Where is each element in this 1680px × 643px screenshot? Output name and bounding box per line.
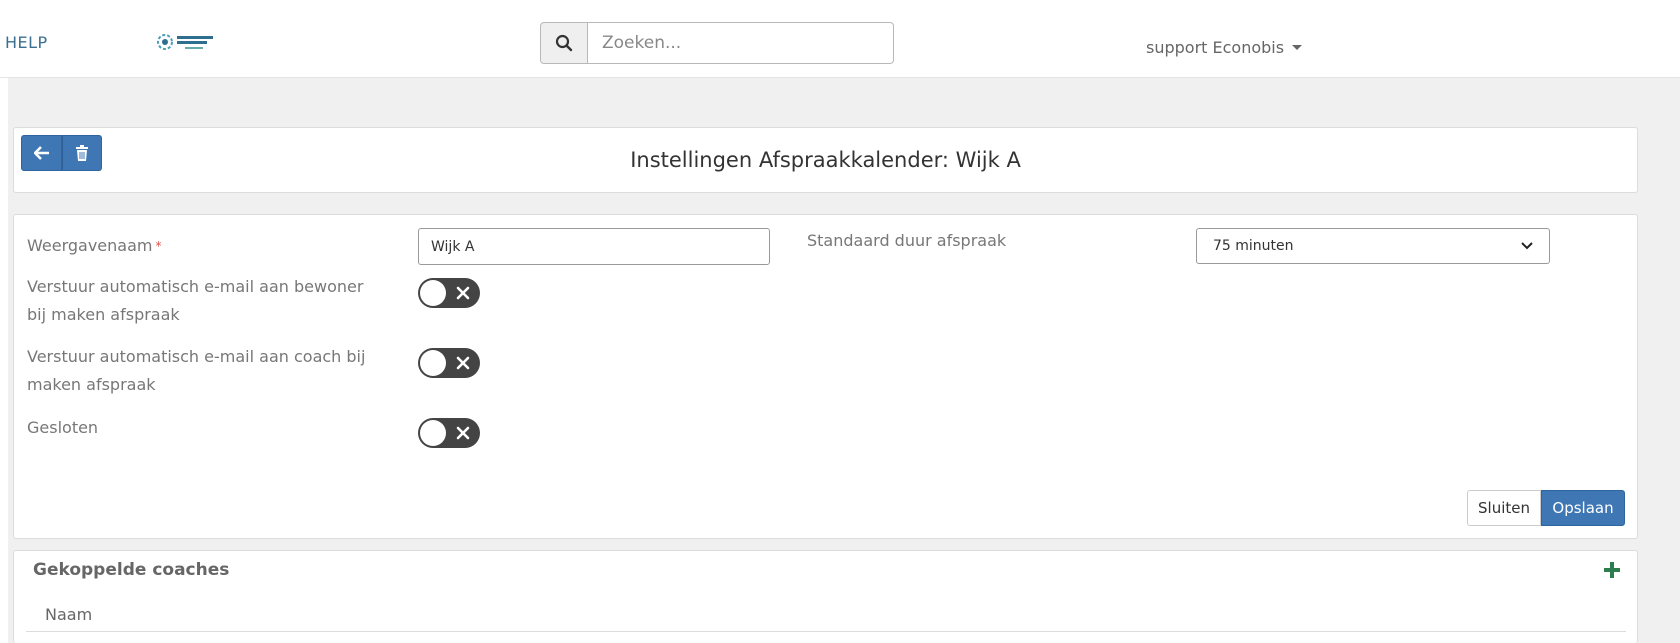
email-coach-toggle[interactable] xyxy=(418,348,480,378)
toggle-knob xyxy=(420,420,446,446)
page-title: Instellingen Afspraakkalender: Wijk A xyxy=(630,148,1021,172)
email-resident-toggle[interactable] xyxy=(418,278,480,308)
close-icon xyxy=(456,426,470,440)
close-icon xyxy=(456,356,470,370)
linked-coaches-panel: Gekoppelde coaches Naam xyxy=(13,550,1638,643)
close-icon xyxy=(456,286,470,300)
help-link[interactable]: HELP xyxy=(5,33,48,52)
page-header-panel: Instellingen Afspraakkalender: Wijk A xyxy=(13,127,1638,193)
display-name-label-text: Weergavenaam xyxy=(27,236,153,255)
table-header-divider xyxy=(26,631,1626,632)
email-resident-label: Verstuur automatisch e-mail aan bewoner … xyxy=(27,277,364,324)
email-coach-label: Verstuur automatisch e-mail aan coach bi… xyxy=(27,347,366,394)
toggle-knob xyxy=(420,350,446,376)
top-navbar: HELP support Econobis xyxy=(0,0,1680,78)
settings-form-panel: Weergavenaam* Standaard duur afspraak 75… xyxy=(13,214,1638,539)
default-duration-value: 75 minuten xyxy=(1213,238,1294,254)
column-header-name: Naam xyxy=(45,605,93,624)
default-duration-label: Standaard duur afspraak xyxy=(807,231,1007,250)
closed-toggle[interactable] xyxy=(418,418,480,448)
user-menu[interactable]: support Econobis xyxy=(1146,38,1303,57)
search-input[interactable] xyxy=(588,22,894,64)
user-name: support Econobis xyxy=(1146,38,1285,57)
display-name-label: Weergavenaam * xyxy=(27,232,161,260)
required-marker: * xyxy=(155,239,162,253)
section-title: Gekoppelde coaches xyxy=(33,560,230,580)
chevron-down-icon xyxy=(1521,242,1533,250)
search-icon xyxy=(555,34,573,52)
plus-icon[interactable] xyxy=(1602,560,1622,580)
display-name-input[interactable] xyxy=(418,228,770,265)
close-button[interactable]: Sluiten xyxy=(1467,490,1541,526)
save-button[interactable]: Opslaan xyxy=(1541,490,1625,526)
caret-down-icon xyxy=(1292,45,1303,50)
search-bar xyxy=(540,22,894,64)
default-duration-select[interactable]: 75 minuten xyxy=(1196,228,1550,264)
energie-samen-logo[interactable] xyxy=(155,30,219,54)
toggle-knob xyxy=(420,280,446,306)
closed-label: Gesloten xyxy=(27,418,99,437)
search-button[interactable] xyxy=(540,22,588,64)
